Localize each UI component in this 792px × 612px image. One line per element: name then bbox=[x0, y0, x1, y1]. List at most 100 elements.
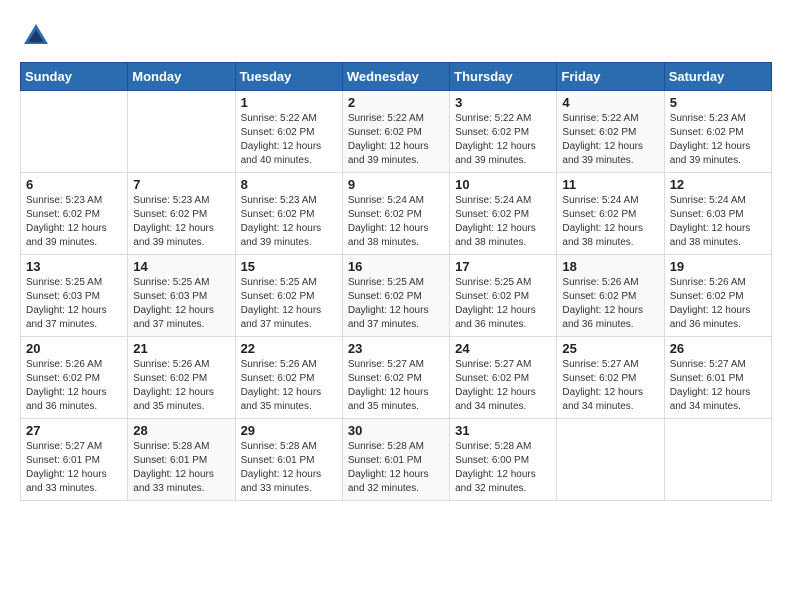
day-info: Sunrise: 5:27 AMSunset: 6:02 PMDaylight:… bbox=[455, 358, 551, 414]
day-info: Sunrise: 5:27 AMSunset: 6:02 PMDaylight:… bbox=[348, 358, 444, 414]
day-info: Sunrise: 5:23 AMSunset: 6:02 PMDaylight:… bbox=[670, 112, 766, 168]
calendar-cell: 13Sunrise: 5:25 AMSunset: 6:03 PMDayligh… bbox=[21, 255, 128, 337]
calendar-cell bbox=[557, 419, 664, 501]
day-info: Sunrise: 5:27 AMSunset: 6:01 PMDaylight:… bbox=[26, 440, 122, 496]
day-number: 9 bbox=[348, 177, 444, 192]
column-header-wednesday: Wednesday bbox=[342, 63, 449, 91]
page-header bbox=[20, 20, 772, 52]
day-info: Sunrise: 5:22 AMSunset: 6:02 PMDaylight:… bbox=[348, 112, 444, 168]
day-number: 30 bbox=[348, 423, 444, 438]
calendar-cell: 30 Sunrise: 5:28 AMSunset: 6:01 PMDayligh… bbox=[342, 419, 449, 501]
calendar-cell: 29 Sunrise: 5:28 AMSunset: 6:01 PMDayligh… bbox=[235, 419, 342, 501]
day-number: 10 bbox=[455, 177, 551, 192]
day-info: Sunrise: 5:25 AMSunset: 6:03 PMDaylight:… bbox=[133, 276, 229, 332]
day-number: 29 bbox=[241, 423, 337, 438]
calendar-cell: 18 Sunrise: 5:26 AMSunset: 6:02 PMDayligh… bbox=[557, 255, 664, 337]
day-number: 25 bbox=[562, 341, 658, 356]
calendar-cell: 19 Sunrise: 5:26 AMSunset: 6:02 PMDayligh… bbox=[664, 255, 771, 337]
calendar-cell bbox=[664, 419, 771, 501]
day-info: Sunrise: 5:25 AMSunset: 6:02 PMDaylight:… bbox=[348, 276, 444, 332]
day-number: 7 bbox=[133, 177, 229, 192]
calendar-cell: 25Sunrise: 5:27 AMSunset: 6:02 PMDayligh… bbox=[557, 337, 664, 419]
calendar-cell: 16 Sunrise: 5:25 AMSunset: 6:02 PMDayligh… bbox=[342, 255, 449, 337]
day-number: 11 bbox=[562, 177, 658, 192]
calendar-cell: 14 Sunrise: 5:25 AMSunset: 6:03 PMDayligh… bbox=[128, 255, 235, 337]
week-row-5: 27 Sunrise: 5:27 AMSunset: 6:01 PMDayligh… bbox=[21, 419, 772, 501]
calendar-cell: 31 Sunrise: 5:28 AMSunset: 6:00 PMDayligh… bbox=[450, 419, 557, 501]
day-number: 17 bbox=[455, 259, 551, 274]
day-info: Sunrise: 5:24 AMSunset: 6:03 PMDaylight:… bbox=[670, 194, 766, 250]
column-header-saturday: Saturday bbox=[664, 63, 771, 91]
calendar-cell: 15 Sunrise: 5:25 AMSunset: 6:02 PMDayligh… bbox=[235, 255, 342, 337]
day-number: 26 bbox=[670, 341, 766, 356]
calendar-cell: 17Sunrise: 5:25 AMSunset: 6:02 PMDayligh… bbox=[450, 255, 557, 337]
day-info: Sunrise: 5:25 AMSunset: 6:02 PMDaylight:… bbox=[241, 276, 337, 332]
calendar-cell: 11 Sunrise: 5:24 AMSunset: 6:02 PMDayligh… bbox=[557, 173, 664, 255]
day-info: Sunrise: 5:28 AMSunset: 6:01 PMDaylight:… bbox=[348, 440, 444, 496]
logo bbox=[20, 20, 56, 52]
calendar-cell: 6 Sunrise: 5:23 AMSunset: 6:02 PMDaylight… bbox=[21, 173, 128, 255]
calendar-cell: 10 Sunrise: 5:24 AMSunset: 6:02 PMDayligh… bbox=[450, 173, 557, 255]
day-number: 31 bbox=[455, 423, 551, 438]
day-number: 18 bbox=[562, 259, 658, 274]
week-row-2: 6 Sunrise: 5:23 AMSunset: 6:02 PMDaylight… bbox=[21, 173, 772, 255]
day-number: 21 bbox=[133, 341, 229, 356]
day-info: Sunrise: 5:22 AMSunset: 6:02 PMDaylight:… bbox=[562, 112, 658, 168]
day-info: Sunrise: 5:22 AMSunset: 6:02 PMDaylight:… bbox=[455, 112, 551, 168]
day-info: Sunrise: 5:24 AMSunset: 6:02 PMDaylight:… bbox=[562, 194, 658, 250]
day-number: 4 bbox=[562, 95, 658, 110]
day-number: 2 bbox=[348, 95, 444, 110]
calendar-cell bbox=[128, 91, 235, 173]
day-info: Sunrise: 5:28 AMSunset: 6:01 PMDaylight:… bbox=[133, 440, 229, 496]
calendar-cell: 24 Sunrise: 5:27 AMSunset: 6:02 PMDayligh… bbox=[450, 337, 557, 419]
day-number: 6 bbox=[26, 177, 122, 192]
day-info: Sunrise: 5:26 AMSunset: 6:02 PMDaylight:… bbox=[562, 276, 658, 332]
calendar-cell: 8 Sunrise: 5:23 AMSunset: 6:02 PMDaylight… bbox=[235, 173, 342, 255]
column-header-thursday: Thursday bbox=[450, 63, 557, 91]
day-number: 19 bbox=[670, 259, 766, 274]
day-number: 13 bbox=[26, 259, 122, 274]
day-info: Sunrise: 5:26 AMSunset: 6:02 PMDaylight:… bbox=[26, 358, 122, 414]
day-number: 27 bbox=[26, 423, 122, 438]
day-info: Sunrise: 5:23 AMSunset: 6:02 PMDaylight:… bbox=[241, 194, 337, 250]
day-info: Sunrise: 5:28 AMSunset: 6:01 PMDaylight:… bbox=[241, 440, 337, 496]
day-number: 24 bbox=[455, 341, 551, 356]
day-info: Sunrise: 5:24 AMSunset: 6:02 PMDaylight:… bbox=[455, 194, 551, 250]
calendar-cell: 5 Sunrise: 5:23 AMSunset: 6:02 PMDaylight… bbox=[664, 91, 771, 173]
calendar-cell: 20 Sunrise: 5:26 AMSunset: 6:02 PMDayligh… bbox=[21, 337, 128, 419]
day-info: Sunrise: 5:23 AMSunset: 6:02 PMDaylight:… bbox=[26, 194, 122, 250]
day-number: 3 bbox=[455, 95, 551, 110]
calendar-cell: 4 Sunrise: 5:22 AMSunset: 6:02 PMDaylight… bbox=[557, 91, 664, 173]
day-info: Sunrise: 5:27 AMSunset: 6:01 PMDaylight:… bbox=[670, 358, 766, 414]
column-header-monday: Monday bbox=[128, 63, 235, 91]
day-number: 16 bbox=[348, 259, 444, 274]
calendar-cell: 7 Sunrise: 5:23 AMSunset: 6:02 PMDaylight… bbox=[128, 173, 235, 255]
day-number: 8 bbox=[241, 177, 337, 192]
calendar-cell: 2 Sunrise: 5:22 AMSunset: 6:02 PMDaylight… bbox=[342, 91, 449, 173]
day-number: 15 bbox=[241, 259, 337, 274]
day-number: 14 bbox=[133, 259, 229, 274]
calendar-cell: 26 Sunrise: 5:27 AMSunset: 6:01 PMDayligh… bbox=[664, 337, 771, 419]
day-info: Sunrise: 5:28 AMSunset: 6:00 PMDaylight:… bbox=[455, 440, 551, 496]
column-header-sunday: Sunday bbox=[21, 63, 128, 91]
calendar-cell: 9 Sunrise: 5:24 AMSunset: 6:02 PMDaylight… bbox=[342, 173, 449, 255]
day-info: Sunrise: 5:26 AMSunset: 6:02 PMDaylight:… bbox=[670, 276, 766, 332]
day-info: Sunrise: 5:22 AMSunset: 6:02 PMDaylight:… bbox=[241, 112, 337, 168]
day-info: Sunrise: 5:26 AMSunset: 6:02 PMDaylight:… bbox=[241, 358, 337, 414]
day-number: 5 bbox=[670, 95, 766, 110]
calendar-cell: 28Sunrise: 5:28 AMSunset: 6:01 PMDayligh… bbox=[128, 419, 235, 501]
column-header-tuesday: Tuesday bbox=[235, 63, 342, 91]
calendar-cell: 22 Sunrise: 5:26 AMSunset: 6:02 PMDayligh… bbox=[235, 337, 342, 419]
day-number: 22 bbox=[241, 341, 337, 356]
header-row: SundayMondayTuesdayWednesdayThursdayFrid… bbox=[21, 63, 772, 91]
day-info: Sunrise: 5:24 AMSunset: 6:02 PMDaylight:… bbox=[348, 194, 444, 250]
day-number: 20 bbox=[26, 341, 122, 356]
column-header-friday: Friday bbox=[557, 63, 664, 91]
day-number: 23 bbox=[348, 341, 444, 356]
calendar-cell: 23 Sunrise: 5:27 AMSunset: 6:02 PMDayligh… bbox=[342, 337, 449, 419]
calendar-cell: 12Sunrise: 5:24 AMSunset: 6:03 PMDayligh… bbox=[664, 173, 771, 255]
week-row-4: 20 Sunrise: 5:26 AMSunset: 6:02 PMDayligh… bbox=[21, 337, 772, 419]
calendar-cell bbox=[21, 91, 128, 173]
day-number: 1 bbox=[241, 95, 337, 110]
day-info: Sunrise: 5:23 AMSunset: 6:02 PMDaylight:… bbox=[133, 194, 229, 250]
